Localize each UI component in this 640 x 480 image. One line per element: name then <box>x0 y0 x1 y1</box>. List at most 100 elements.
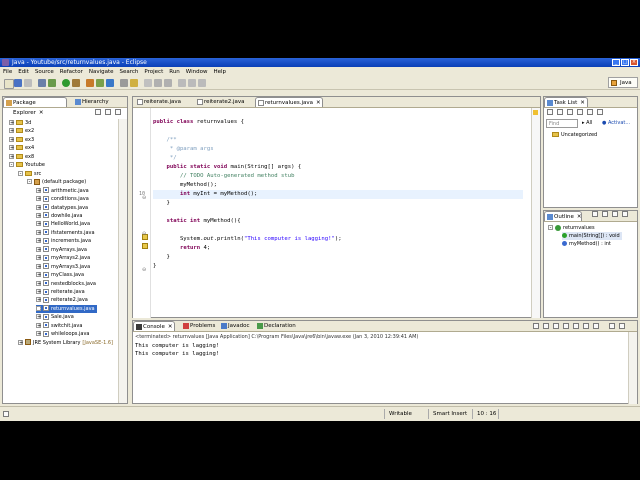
expand-icon[interactable]: + <box>36 331 41 337</box>
code-line[interactable]: } <box>153 253 169 262</box>
tree-item[interactable]: + myClass.java <box>36 271 84 279</box>
expand-icon[interactable]: + <box>36 314 41 320</box>
expand-icon[interactable]: + <box>9 128 14 134</box>
categorize-icon[interactable] <box>557 109 563 115</box>
tree-item[interactable]: + increments.java <box>36 237 91 245</box>
tree-item[interactable]: - (default package) <box>27 178 86 186</box>
run-menu-icon[interactable] <box>72 79 80 87</box>
expand-icon[interactable]: + <box>36 305 41 311</box>
expand-icon[interactable]: + <box>36 322 41 328</box>
view-menu-icon[interactable] <box>115 109 121 115</box>
tree-item[interactable]: + ex2 <box>9 127 34 135</box>
pin-console-icon[interactable] <box>573 323 579 329</box>
tree-item[interactable]: + arithmetic.java <box>36 187 89 195</box>
code-line[interactable]: return 4; <box>153 244 210 253</box>
open-console-icon[interactable] <box>593 323 599 329</box>
clear-console-icon[interactable] <box>553 323 559 329</box>
save-icon[interactable] <box>14 79 22 87</box>
terminate-icon[interactable] <box>533 323 539 329</box>
warning-marker-icon[interactable] <box>142 243 148 249</box>
tab-problems[interactable]: Problems <box>181 321 217 331</box>
fast-view-icon[interactable] <box>3 411 9 417</box>
tree-item[interactable]: + myArrays2.java <box>36 254 90 262</box>
open-type-icon[interactable] <box>120 79 128 87</box>
tree-item[interactable]: + Sale.java <box>36 313 74 321</box>
tree-item[interactable]: - Youtube <box>9 161 45 169</box>
new-task-icon[interactable] <box>547 109 553 115</box>
collapse-icon[interactable]: - <box>9 162 14 168</box>
hide-static-icon[interactable] <box>612 211 618 217</box>
expand-icon[interactable]: + <box>36 263 41 269</box>
scroll-lock-icon[interactable] <box>563 323 569 329</box>
expand-icon[interactable]: + <box>36 246 41 252</box>
close-icon[interactable]: ✕ <box>577 214 582 220</box>
sort-icon[interactable] <box>592 211 598 217</box>
collapse-icon[interactable]: - <box>27 179 32 185</box>
fold-collapse-icon[interactable]: ⊖ <box>142 195 146 201</box>
collapse-icon[interactable] <box>587 109 593 115</box>
all-filter[interactable]: ▸ All <box>582 119 592 128</box>
code-line[interactable]: myMethod(); <box>153 181 217 190</box>
tab-returnvalues-java[interactable]: returnvalues.java ✕ <box>255 97 323 107</box>
code-line[interactable]: /** <box>153 136 176 145</box>
tree-item[interactable]: + switchit.java <box>36 322 82 330</box>
expand-icon[interactable]: + <box>9 136 14 142</box>
expand-icon[interactable]: + <box>36 238 41 244</box>
expand-icon[interactable]: + <box>36 229 41 235</box>
back-icon[interactable] <box>188 79 196 87</box>
code-line[interactable]: System.out.println("This computer is lag… <box>153 235 342 244</box>
run-icon[interactable] <box>62 79 70 87</box>
outline-member[interactable]: myMethod() : int <box>562 240 611 248</box>
code-line[interactable]: */ <box>153 154 177 163</box>
expand-icon[interactable]: + <box>36 297 41 303</box>
expand-icon[interactable]: + <box>36 289 41 295</box>
new-icon[interactable] <box>4 79 14 89</box>
external-tools-icon[interactable] <box>48 79 56 87</box>
new-class-icon[interactable] <box>106 79 114 87</box>
tree-item[interactable]: + returnvalues.java <box>36 304 97 313</box>
expand-icon[interactable]: + <box>36 272 41 278</box>
code-line[interactable]: int myInt = myMethod(); <box>153 190 523 199</box>
link-editor-icon[interactable] <box>105 109 111 115</box>
maximize-view-icon[interactable] <box>619 323 625 329</box>
explorer-scrollbar[interactable] <box>118 119 127 403</box>
category-uncategorized[interactable]: Uncategorized <box>552 131 597 139</box>
filter-icon[interactable] <box>567 109 573 115</box>
expand-icon[interactable]: + <box>36 212 41 218</box>
tree-item[interactable]: + myArrays3.java <box>36 263 90 271</box>
tree-item[interactable]: - src <box>18 170 41 178</box>
console-scrollbar[interactable] <box>628 332 637 404</box>
sync-icon[interactable] <box>597 109 603 115</box>
code-line[interactable]: * @param args <box>153 145 214 154</box>
outline-class[interactable]: - returnvalues <box>548 224 595 232</box>
code-line[interactable]: } <box>153 262 156 271</box>
tab-package-explorer[interactable]: Package Explorer ✕ <box>3 97 67 116</box>
tab-outline[interactable]: Outline ✕ <box>544 211 582 221</box>
tab-javadoc[interactable]: Javadoc <box>219 321 255 331</box>
hide-fields-icon[interactable] <box>602 211 608 217</box>
overview-warning-icon[interactable] <box>533 110 538 115</box>
outline-member[interactable]: main(String[]) : void <box>562 232 622 240</box>
code-line[interactable]: public static void main(String[] args) { <box>153 163 301 172</box>
remove-launch-icon[interactable] <box>543 323 549 329</box>
previous-annotation-icon[interactable] <box>164 79 172 87</box>
code-line[interactable]: static int myMethod(){ <box>153 217 240 226</box>
new-java-project-icon[interactable] <box>86 79 94 87</box>
maximize-button[interactable]: □ <box>621 59 629 66</box>
tab-declaration[interactable]: Declaration <box>255 321 303 331</box>
expand-icon[interactable]: + <box>36 280 41 286</box>
minimize-button[interactable]: _ <box>612 59 620 66</box>
new-package-icon[interactable] <box>96 79 104 87</box>
close-icon[interactable]: ✕ <box>39 110 44 116</box>
tree-item[interactable]: + datatypes.java <box>36 204 88 212</box>
tab-hierarchy[interactable]: Hierarchy <box>73 97 119 107</box>
editor-overview-ruler[interactable] <box>531 108 540 318</box>
expand-icon[interactable]: + <box>9 153 14 159</box>
code-line[interactable]: } <box>153 199 169 208</box>
tree-item[interactable]: + reiterate.java <box>36 288 85 296</box>
forward-icon[interactable] <box>198 79 206 87</box>
fold-collapse-icon[interactable]: ⊖ <box>142 231 146 237</box>
fold-collapse-icon[interactable]: ⊖ <box>142 267 146 273</box>
expand-icon[interactable]: + <box>18 339 23 345</box>
expand-icon[interactable]: + <box>36 196 41 202</box>
